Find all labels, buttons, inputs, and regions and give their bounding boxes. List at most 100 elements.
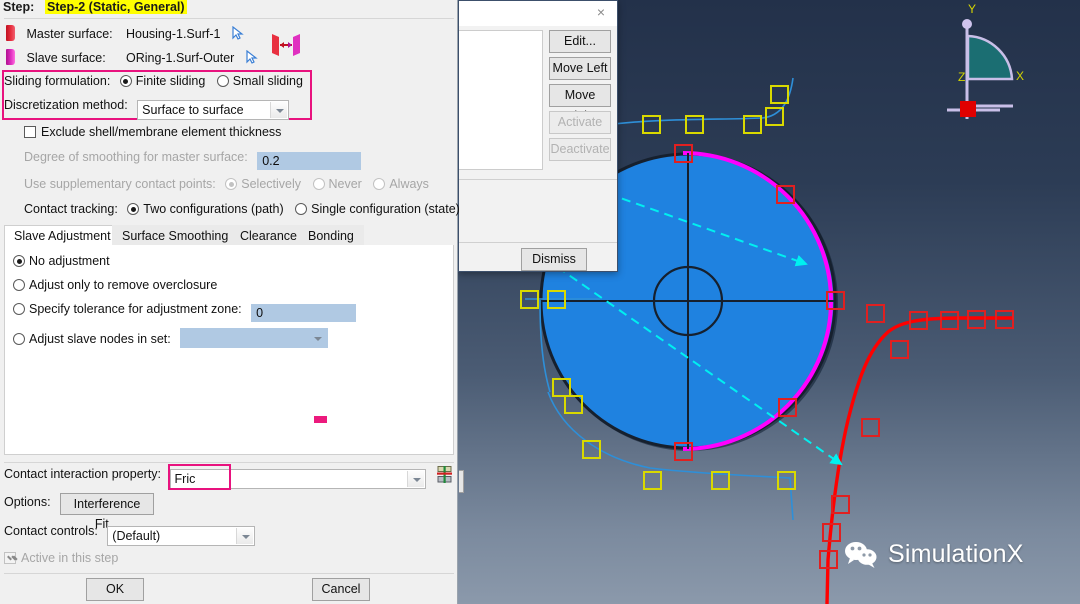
interaction-property-row: Contact interaction property: Fric: [4, 467, 426, 489]
tab-clearance[interactable]: Clearance: [230, 225, 307, 246]
divider: [4, 573, 454, 574]
radio-single-configuration-indicator: [295, 203, 308, 215]
radio-single-configuration-label: Single configuration (state): [311, 202, 460, 216]
options-label: Options:: [4, 495, 51, 509]
supplementary-points-label: Use supplementary contact points:: [24, 177, 216, 191]
radio-no-adjustment[interactable]: No adjustment: [13, 254, 110, 274]
supplementary-points-row: Use supplementary contact points: Select…: [24, 177, 429, 197]
divider: [4, 18, 454, 19]
radio-never: Never: [312, 177, 366, 191]
swap-surfaces-icon[interactable]: [268, 32, 304, 58]
smoothing-label: Degree of smoothing for master surface:: [24, 150, 248, 164]
move-left-button[interactable]: Move Left: [549, 57, 611, 80]
radio-finite-sliding[interactable]: Finite sliding: [119, 74, 209, 88]
sliding-formulation-label: Sliding formulation:: [4, 74, 111, 88]
divider: [4, 462, 454, 463]
contact-controls-label: Contact controls:: [4, 524, 98, 538]
radio-adjust-nodes-in-set[interactable]: Adjust slave nodes in set:: [13, 328, 329, 348]
edit-button[interactable]: Edit...: [549, 30, 611, 53]
exclude-shell-checkbox[interactable]: [24, 126, 36, 138]
radio-small-sliding-indicator: [216, 75, 229, 87]
tolerance-value-field: 0: [251, 304, 357, 322]
slave-surface-icon: [6, 49, 15, 65]
discretization-label: Discretization method:: [4, 98, 128, 112]
cancel-button[interactable]: Cancel: [312, 578, 370, 601]
radio-two-configurations-indicator: [127, 203, 140, 215]
interaction-property-select[interactable]: Fric: [169, 469, 426, 489]
radio-finite-sliding-indicator: [119, 75, 132, 87]
interaction-property-value: Fric: [174, 472, 196, 486]
interaction-property-label: Contact interaction property:: [4, 467, 162, 481]
radio-small-sliding[interactable]: Small sliding: [216, 74, 303, 88]
create-interaction-property-icon[interactable]: [436, 465, 453, 484]
radio-always-indicator: [373, 178, 386, 190]
chevron-down-icon: [309, 330, 326, 346]
radio-two-configurations-label: Two configurations (path): [143, 202, 284, 216]
radio-small-sliding-label: Small sliding: [232, 74, 303, 88]
activate-button: Activate: [549, 111, 611, 134]
master-surface-row: Master surface: Housing-1.Surf-1: [6, 25, 245, 43]
tab-slave-adjustment[interactable]: Slave Adjustment: [4, 225, 121, 246]
discretization-row: Discretization method: Surface to surfac…: [4, 98, 290, 120]
watermark-text: SimulationX: [888, 540, 1024, 568]
back-dialog-titlebar: ×: [459, 1, 617, 26]
step-listbox[interactable]: [459, 30, 543, 170]
tab-surface-smoothing[interactable]: Surface Smoothing: [112, 225, 239, 246]
back-dialog-footer: Dismiss: [459, 248, 617, 493]
slave-surface-row: Slave surface: ORing-1.Surf-Outer: [6, 49, 259, 67]
footer-button-stub[interactable]: [459, 470, 464, 493]
active-in-step-checkbox: [4, 552, 16, 564]
radio-always-label: Always: [389, 177, 429, 191]
step-label: Step:: [3, 0, 35, 14]
back-dialog[interactable]: × Edit... Move Left Move Right Activate …: [458, 0, 618, 493]
chevron-down-icon: [406, 471, 424, 487]
discretization-method-value: Surface to surface: [142, 103, 244, 117]
radio-two-configurations[interactable]: Two configurations (path): [127, 202, 287, 216]
contact-controls-select[interactable]: (Default): [107, 526, 256, 546]
radio-no-adjustment-label: No adjustment: [29, 254, 110, 268]
radio-specify-tolerance[interactable]: Specify tolerance for adjustment zone: 0: [13, 302, 357, 322]
divider: [459, 242, 617, 243]
discretization-method-select[interactable]: Surface to surface: [137, 100, 290, 120]
tab-bonding[interactable]: Bonding: [298, 225, 364, 246]
pick-master-surface-icon[interactable]: [232, 26, 245, 40]
radio-remove-overclosure-label: Adjust only to remove overclosure: [29, 278, 218, 292]
sliding-formulation-row: Sliding formulation: Finite sliding Smal…: [4, 74, 303, 94]
dismiss-button[interactable]: Dismiss: [521, 248, 587, 271]
smoothing-row: Degree of smoothing for master surface: …: [24, 150, 362, 170]
radio-always: Always: [373, 177, 429, 191]
radio-selectively: Selectively: [225, 177, 304, 191]
radio-specify-tolerance-label: Specify tolerance for adjustment zone:: [29, 302, 242, 316]
pick-slave-surface-icon[interactable]: [246, 50, 259, 64]
back-dialog-button-column: Edit... Move Left Move Right Activate De…: [549, 30, 611, 161]
radio-adjust-nodes-in-set-label: Adjust slave nodes in set:: [29, 332, 171, 346]
exclude-shell-label: Exclude shell/membrane element thickness: [41, 125, 282, 139]
radio-remove-overclosure-indicator: [13, 279, 25, 291]
exclude-shell-row[interactable]: Exclude shell/membrane element thickness: [24, 125, 281, 145]
radio-single-configuration[interactable]: Single configuration (state): [295, 202, 460, 216]
magenta-marker: [314, 416, 327, 423]
smoothing-value-field: 0.2: [257, 152, 362, 170]
close-icon[interactable]: ×: [593, 4, 609, 20]
active-in-step-label: Active in this step: [21, 551, 119, 565]
master-surface-value: Housing-1.Surf-1: [125, 27, 221, 41]
contact-tracking-row: Contact tracking: Two configurations (pa…: [24, 202, 460, 222]
deactivate-button: Deactivate: [549, 138, 611, 161]
master-surface-icon: [6, 25, 15, 41]
step-row: Step: Step-2 (Static, General): [0, 0, 458, 16]
radio-never-indicator: [312, 178, 325, 190]
tabstrip: Slave Adjustment Surface Smoothing Clear…: [4, 225, 454, 246]
ok-button[interactable]: OK: [86, 578, 144, 601]
step-value: Step-2 (Static, General): [45, 0, 187, 14]
contact-tracking-label: Contact tracking:: [24, 202, 118, 216]
radio-selectively-indicator: [225, 178, 238, 190]
radio-remove-overclosure[interactable]: Adjust only to remove overclosure: [13, 278, 217, 298]
radio-finite-sliding-label: Finite sliding: [135, 74, 206, 88]
slave-surface-label: Slave surface:: [26, 51, 106, 65]
radio-selectively-label: Selectively: [241, 177, 302, 191]
radio-no-adjustment-indicator: [13, 255, 25, 267]
move-right-button[interactable]: Move Right: [549, 84, 611, 123]
interference-fit-button[interactable]: Interference Fit...: [60, 493, 154, 531]
radio-adjust-nodes-in-set-indicator: [13, 333, 25, 345]
edit-interaction-dialog[interactable]: Step: Step-2 (Static, General) Master su…: [0, 0, 460, 604]
